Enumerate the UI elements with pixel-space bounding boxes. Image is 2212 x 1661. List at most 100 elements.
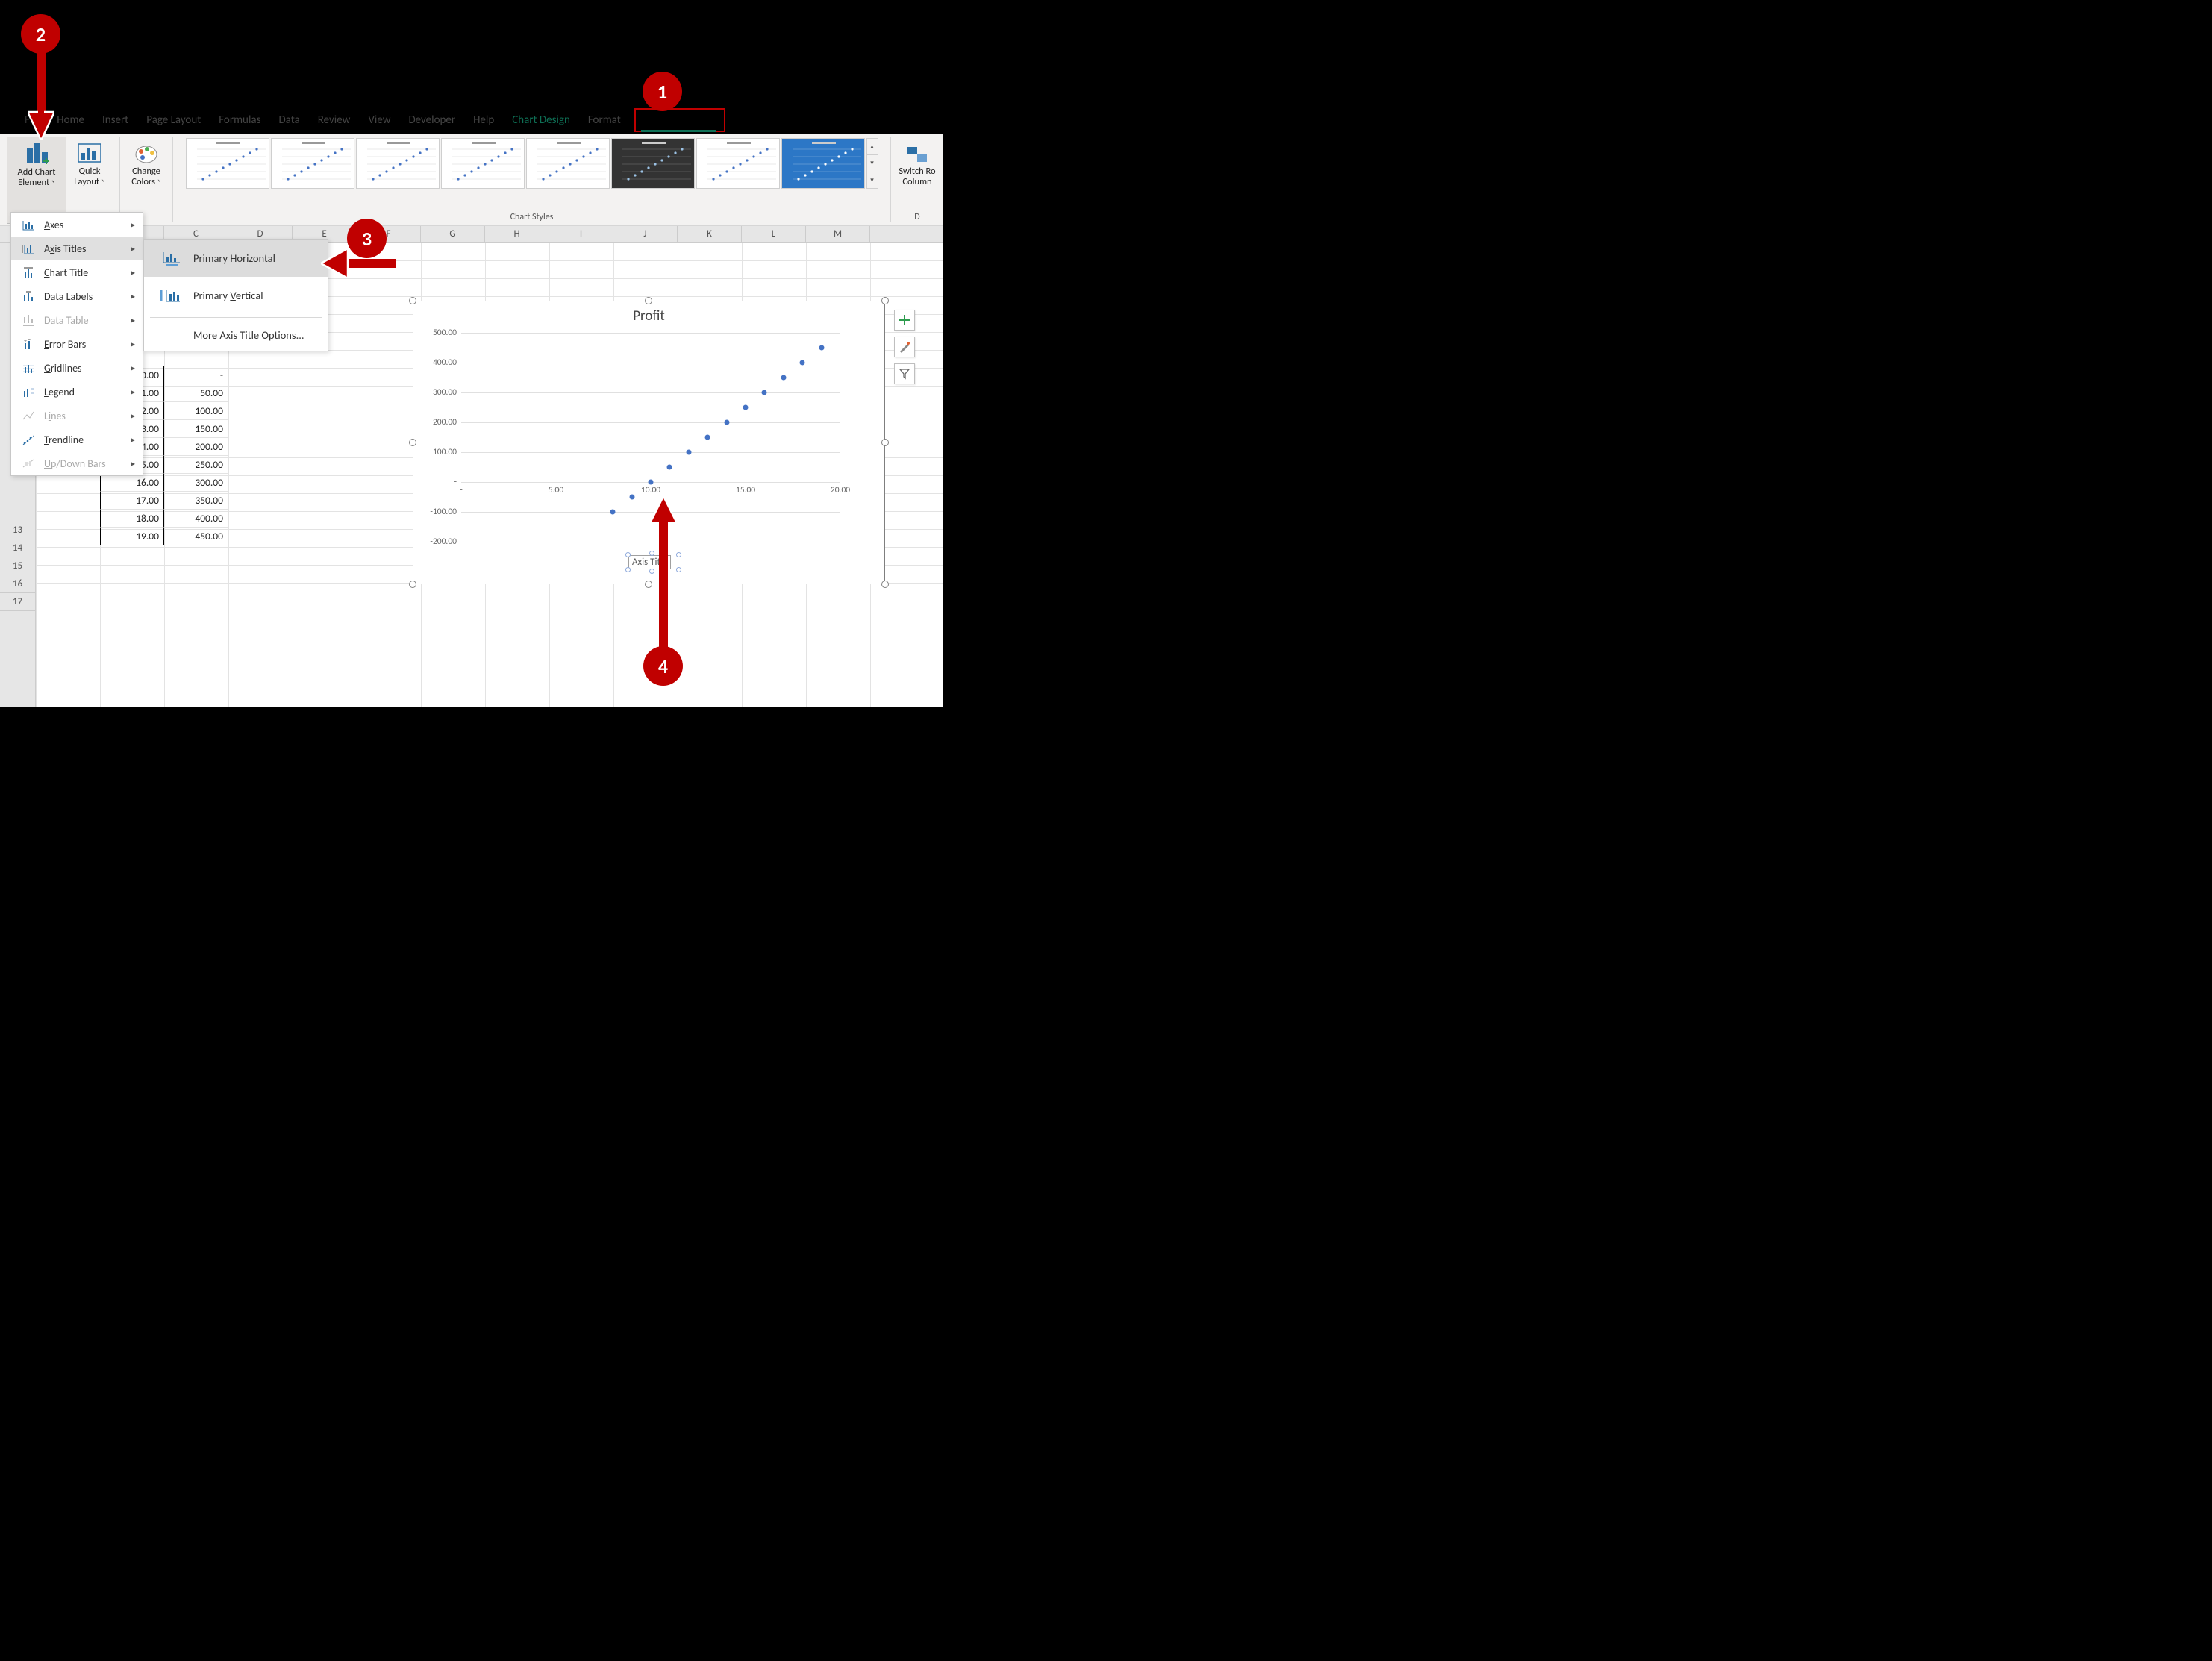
chart-style-4[interactable] <box>441 138 525 189</box>
menu-chart-title[interactable]: Chart Title ▸ <box>11 260 143 284</box>
add-chart-element-button[interactable]: Add Chart Element ˅ <box>7 137 66 224</box>
cell-C[interactable]: 50.00 <box>164 384 228 402</box>
chart-resize-handle[interactable] <box>409 297 416 304</box>
switch-icon <box>905 140 930 165</box>
cell-B[interactable]: 16.00 <box>100 474 164 492</box>
row-header-16[interactable]: 16 <box>0 575 35 593</box>
tab-pagelayout[interactable]: Page Layout <box>137 110 210 131</box>
col-header-L[interactable]: L <box>742 226 806 242</box>
chevron-right-icon: ▸ <box>131 363 135 374</box>
chart-resize-handle[interactable] <box>881 297 889 304</box>
chart-resize-handle[interactable] <box>409 581 416 588</box>
switch-row-column-button[interactable]: Switch RoColumn <box>893 137 942 212</box>
data-point[interactable] <box>705 435 710 440</box>
chart-style-7[interactable] <box>696 138 780 189</box>
data-point[interactable] <box>724 420 729 425</box>
tab-insert[interactable]: Insert <box>93 110 137 131</box>
quick-layout-button[interactable]: Quick Layout ˅ <box>66 137 113 224</box>
menu-error-bars[interactable]: Error Bars ▸ <box>11 332 143 356</box>
menu-axes[interactable]: Axes ▸ <box>11 213 143 237</box>
menu-gridlines[interactable]: Gridlines ▸ <box>11 356 143 380</box>
data-point[interactable] <box>610 510 616 515</box>
palette-icon <box>134 140 159 165</box>
cell-C[interactable]: 400.00 <box>164 510 228 528</box>
primary-vertical[interactable]: Primary Vertical <box>144 277 328 314</box>
chart-style-2[interactable] <box>271 138 354 189</box>
tab-developer[interactable]: Developer <box>399 110 464 131</box>
cell-C[interactable]: 350.00 <box>164 492 228 510</box>
data-point[interactable] <box>649 480 654 485</box>
chart-resize-handle[interactable] <box>881 439 889 446</box>
scroll-more-icon[interactable]: ▾ <box>867 172 878 188</box>
chart-styles-shortcut[interactable] <box>894 337 915 357</box>
primary-horizontal-icon <box>160 249 183 267</box>
chart-title[interactable]: Profit <box>413 301 884 325</box>
tab-home[interactable]: Home <box>48 110 93 131</box>
cell-B[interactable]: 19.00 <box>100 528 164 545</box>
row-header-13[interactable]: 13 <box>0 522 35 539</box>
primary-horizontal[interactable]: Primary Horizontal <box>144 240 328 277</box>
embedded-chart[interactable]: Profit 500.00400.00300.00200.00100.00--1… <box>413 301 885 584</box>
menu-lines: Lines ▸ <box>11 404 143 428</box>
row-header-14[interactable]: 14 <box>0 539 35 557</box>
chart-styles-scroll[interactable]: ▴ ▾ ▾ <box>866 138 878 189</box>
sel-handle[interactable] <box>625 567 631 572</box>
cell-C[interactable]: 450.00 <box>164 528 228 545</box>
chart-style-1[interactable] <box>186 138 269 189</box>
data-point[interactable] <box>629 495 634 500</box>
axes-icon <box>22 218 37 231</box>
tab-formulas[interactable]: Formulas <box>210 110 269 131</box>
chart-style-3[interactable] <box>356 138 440 189</box>
data-point[interactable] <box>686 450 691 455</box>
y-tick-label: -200.00 <box>419 537 457 547</box>
scroll-down-icon[interactable]: ▾ <box>867 155 878 172</box>
chart-style-5[interactable] <box>526 138 610 189</box>
cell-C[interactable]: 300.00 <box>164 474 228 492</box>
tab-chart-design[interactable]: Chart Design <box>503 110 579 131</box>
row-header-17[interactable]: 17 <box>0 593 35 611</box>
menu-axis-titles[interactable]: Axis Titles ▸ <box>11 237 143 260</box>
tab-data[interactable]: Data <box>269 110 308 131</box>
menu-data-labels[interactable]: Data Labels ▸ <box>11 284 143 308</box>
sel-handle[interactable] <box>676 552 681 557</box>
col-header-G[interactable]: G <box>421 226 485 242</box>
chart-resize-handle[interactable] <box>645 297 652 304</box>
sel-handle[interactable] <box>625 552 631 557</box>
y-tick-label: 500.00 <box>419 328 457 338</box>
cell-C[interactable]: - <box>164 366 228 384</box>
data-point[interactable] <box>743 405 749 410</box>
tab-view[interactable]: View <box>359 110 399 131</box>
change-colors-button[interactable]: Change Colors ˅ <box>122 137 171 224</box>
cell-C[interactable]: 200.00 <box>164 438 228 456</box>
cell-C[interactable]: 100.00 <box>164 402 228 420</box>
col-header-H[interactable]: H <box>485 226 549 242</box>
data-point[interactable] <box>667 465 672 470</box>
scroll-up-icon[interactable]: ▴ <box>867 139 878 155</box>
tab-review[interactable]: Review <box>309 110 360 131</box>
tab-format[interactable]: Format <box>579 110 630 131</box>
data-point[interactable] <box>800 360 805 366</box>
chart-filters-shortcut[interactable] <box>894 363 915 384</box>
chart-elements-shortcut[interactable] <box>894 310 915 331</box>
col-header-K[interactable]: K <box>678 226 742 242</box>
chart-style-8[interactable] <box>781 138 865 189</box>
menu-trendline[interactable]: Trendline ▸ <box>11 428 143 451</box>
cell-B[interactable]: 18.00 <box>100 510 164 528</box>
col-header-I[interactable]: I <box>549 226 613 242</box>
chart-resize-handle[interactable] <box>409 439 416 446</box>
menu-legend[interactable]: Legend ▸ <box>11 380 143 404</box>
data-point[interactable] <box>819 345 824 351</box>
more-axis-title-options[interactable]: More Axis Title Options... <box>144 321 328 351</box>
cell-C[interactable]: 250.00 <box>164 456 228 474</box>
chart-resize-handle[interactable] <box>881 581 889 588</box>
cell-B[interactable]: 17.00 <box>100 492 164 510</box>
col-header-J[interactable]: J <box>613 226 678 242</box>
data-point[interactable] <box>781 375 786 381</box>
tab-help[interactable]: Help <box>464 110 503 131</box>
cell-C[interactable]: 150.00 <box>164 420 228 438</box>
data-point[interactable] <box>762 390 767 395</box>
chart-style-6[interactable] <box>611 138 695 189</box>
col-header-M[interactable]: M <box>806 226 870 242</box>
row-header-15[interactable]: 15 <box>0 557 35 575</box>
sel-handle[interactable] <box>676 567 681 572</box>
